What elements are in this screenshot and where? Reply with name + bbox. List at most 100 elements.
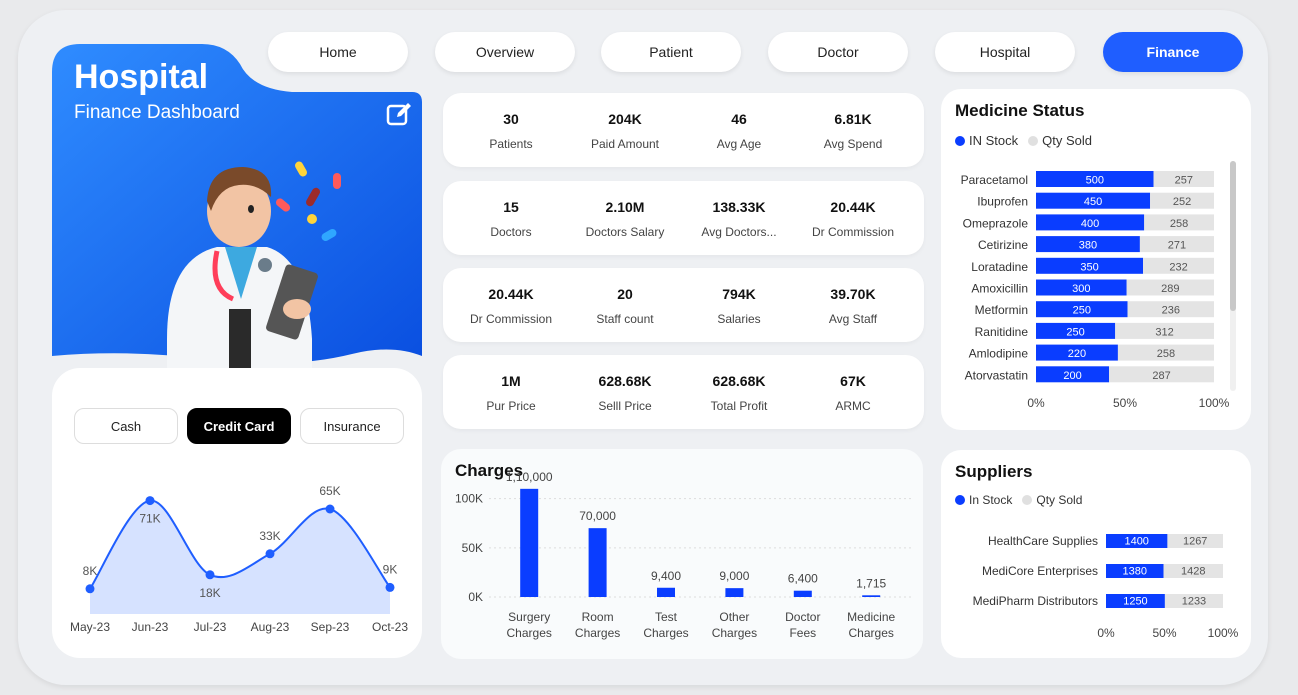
data-label: 33K bbox=[259, 529, 280, 543]
data-label: 8K bbox=[83, 564, 98, 578]
nav-finance[interactable]: Finance bbox=[1103, 32, 1243, 72]
kpi-value: 138.33K bbox=[712, 199, 766, 215]
x-tick-label: Medicine bbox=[847, 610, 895, 624]
data-point bbox=[205, 570, 215, 580]
x-tick-label: Jul-23 bbox=[194, 620, 227, 634]
data-label: 200 bbox=[1063, 370, 1081, 382]
payment-trend-chart: 8K May-23 71K Jun-23 18K Jul-23 33K Aug-23 65K Se… bbox=[70, 484, 408, 634]
data-label: 400 bbox=[1081, 218, 1099, 230]
kpi-value: 628.68K bbox=[598, 373, 652, 389]
data-label: 312 bbox=[1155, 326, 1173, 338]
data-label: 9K bbox=[383, 562, 398, 576]
bar bbox=[725, 588, 744, 597]
medicine-chart: Paracetamol 500 257 Ibuprofen 450 252 Omeprazo… bbox=[961, 171, 1230, 410]
hero-subtitle: Finance Dashboard bbox=[74, 102, 240, 123]
data-label: 1380 bbox=[1123, 566, 1147, 578]
x-tick-label: Charges bbox=[507, 626, 552, 640]
kpi-paid-amount: 204K Paid Amount bbox=[568, 93, 682, 167]
data-label: 1,10,000 bbox=[506, 470, 553, 484]
data-label: 71K bbox=[139, 512, 160, 526]
kpi-card-prices: 1M Pur Price 628.68K Selll Price 628.68K To… bbox=[443, 355, 924, 429]
kpi-label: Dr Commission bbox=[811, 225, 894, 239]
kpi-value: 204K bbox=[608, 111, 642, 127]
kpi-value: 15 bbox=[503, 199, 519, 215]
kpi-label: Staff count bbox=[596, 312, 654, 326]
category-label: Amoxicillin bbox=[971, 282, 1028, 296]
category-label: Paracetamol bbox=[961, 173, 1028, 187]
nav-patient[interactable]: Patient bbox=[601, 32, 741, 72]
kpi-dr-commission: 20.44K Dr Commission bbox=[796, 181, 910, 255]
kpi-label: Pur Price bbox=[486, 399, 536, 413]
data-label: 6,400 bbox=[788, 572, 818, 586]
x-tick-label: Charges bbox=[849, 626, 894, 640]
bar bbox=[793, 590, 812, 597]
data-label: 258 bbox=[1157, 348, 1175, 360]
nav-overview[interactable]: Overview bbox=[435, 32, 575, 72]
data-label: 350 bbox=[1080, 261, 1098, 273]
data-label: 252 bbox=[1173, 196, 1191, 208]
kpi-card-patients: 30 Patients 204K Paid Amount 46 Avg Age 6.8… bbox=[443, 93, 924, 167]
x-tick-label: Charges bbox=[643, 626, 688, 640]
x-tick-label: Fees bbox=[789, 626, 816, 640]
kpi-avg-doctors: 138.33K Avg Doctors... bbox=[682, 181, 796, 255]
medicine-status-card: Medicine Status IN Stock Qty Sold Parace… bbox=[941, 89, 1251, 430]
data-point bbox=[265, 549, 275, 559]
kpi-value: 30 bbox=[503, 111, 519, 127]
nav-hospital[interactable]: Hospital bbox=[935, 32, 1075, 72]
kpi-value: 6.81K bbox=[834, 111, 872, 127]
kpi-patients: 30 Patients bbox=[454, 93, 568, 167]
kpi-label: Salaries bbox=[717, 312, 761, 326]
data-label: 300 bbox=[1072, 283, 1090, 295]
category-label: HealthCare Supplies bbox=[988, 534, 1098, 548]
kpi-value: 1M bbox=[501, 373, 521, 389]
data-label: 9,400 bbox=[651, 569, 681, 583]
kpi-value: 20.44K bbox=[488, 286, 534, 302]
kpi-label: Avg Age bbox=[716, 137, 762, 151]
x-tick-label: Surgery bbox=[508, 610, 550, 624]
kpi-dr-commission: 20.44K Dr Commission bbox=[454, 268, 568, 342]
charges-card: Charges 0K 50K 100K 1,10,000 Surgery Charges 7… bbox=[441, 449, 923, 659]
y-tick-label: 50K bbox=[462, 541, 483, 555]
x-tick-label: May-23 bbox=[70, 620, 110, 634]
kpi-value: 67K bbox=[840, 373, 866, 389]
category-label: Ibuprofen bbox=[977, 195, 1028, 209]
data-label: 65K bbox=[319, 484, 340, 498]
doctor-illustration bbox=[167, 161, 341, 379]
kpi-label: Selll Price bbox=[598, 399, 652, 413]
hero-title: Hospital bbox=[74, 58, 209, 96]
x-tick-label: Charges bbox=[712, 626, 757, 640]
data-label: 9,000 bbox=[719, 569, 749, 583]
kpi-label: Doctors bbox=[490, 225, 532, 239]
bar bbox=[862, 595, 881, 597]
data-point bbox=[325, 504, 335, 514]
charges-chart: 0K 50K 100K 1,10,000 Surgery Charges 70,000 Roo… bbox=[455, 470, 911, 640]
kpi-card-staff: 20.44K Dr Commission 20 Staff count 794K Sa… bbox=[443, 268, 924, 342]
kpi-value: 39.70K bbox=[830, 286, 876, 302]
kpi-label: Patients bbox=[489, 137, 533, 151]
data-point bbox=[85, 584, 95, 594]
x-tick-label: Aug-23 bbox=[251, 620, 290, 634]
y-tick-label: 0K bbox=[468, 590, 483, 604]
kpi-label: Total Profit bbox=[710, 399, 768, 413]
data-label: 257 bbox=[1175, 175, 1193, 187]
category-label: Loratadine bbox=[971, 260, 1028, 274]
kpi-pur-price: 1M Pur Price bbox=[454, 355, 568, 429]
data-label: 250 bbox=[1073, 305, 1091, 317]
kpi-value: 20.44K bbox=[830, 199, 876, 215]
kpi-sell-price: 628.68K Selll Price bbox=[568, 355, 682, 429]
data-label: 18K bbox=[199, 586, 220, 600]
kpi-label: Avg Spend bbox=[823, 137, 883, 151]
x-tick-label: 100% bbox=[1208, 626, 1239, 640]
data-label: 1400 bbox=[1124, 536, 1148, 548]
x-tick-label: Charges bbox=[575, 626, 620, 640]
kpi-label: ARMC bbox=[835, 399, 871, 413]
category-label: Atorvastatin bbox=[965, 368, 1028, 382]
area-fill bbox=[90, 500, 390, 614]
data-label: 232 bbox=[1169, 261, 1187, 273]
nav-doctor[interactable]: Doctor bbox=[768, 32, 908, 72]
edit-icon[interactable] bbox=[385, 100, 413, 128]
suppliers-chart: HealthCare Supplies 1400 1267 MediCore Ente… bbox=[973, 534, 1239, 640]
y-tick-label: 100K bbox=[455, 492, 483, 506]
x-tick-label: 50% bbox=[1113, 396, 1137, 410]
kpi-value: 628.68K bbox=[712, 373, 766, 389]
